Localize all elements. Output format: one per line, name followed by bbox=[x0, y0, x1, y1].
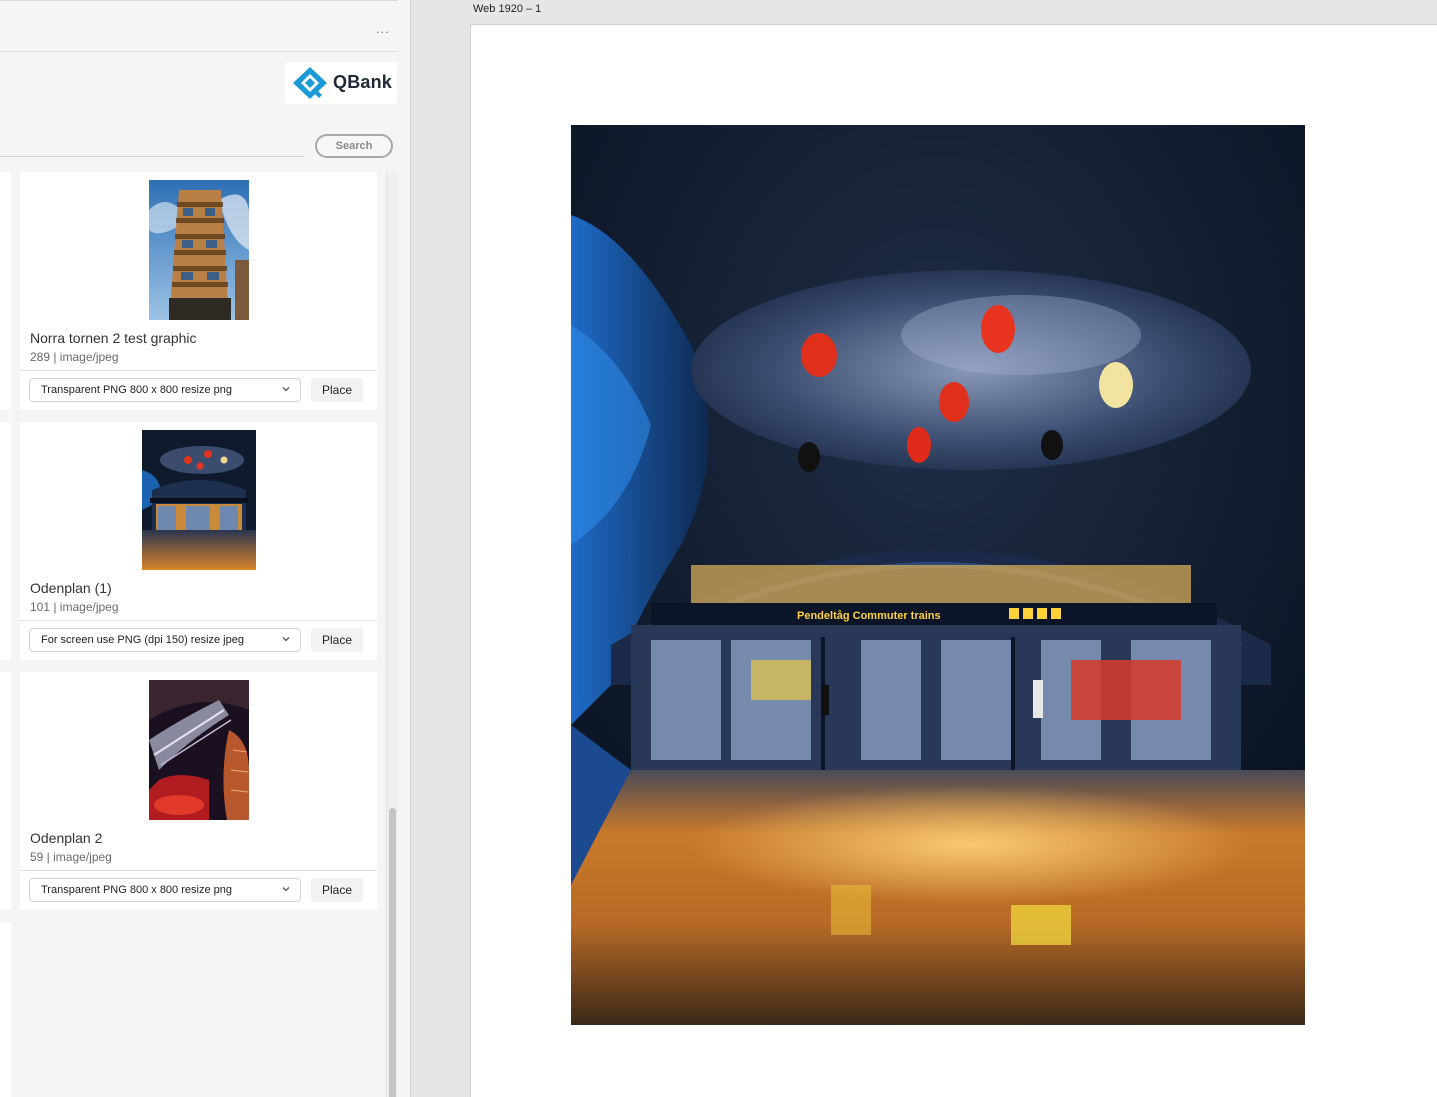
logo-wordmark: QBank bbox=[333, 72, 393, 92]
asset-title: Odenplan (1) bbox=[30, 580, 112, 596]
placed-image[interactable]: Pendeltåg Commuter trains bbox=[571, 125, 1305, 1025]
asset-meta: 59 | image/jpeg bbox=[30, 850, 112, 864]
escalator-thumbnail-image bbox=[149, 680, 249, 820]
artboard[interactable]: Pendeltåg Commuter trains bbox=[470, 24, 1437, 1097]
format-select[interactable]: Transparent PNG 800 x 800 resize png bbox=[29, 878, 301, 902]
qbank-logo: QBank bbox=[285, 62, 397, 104]
panel-scrollbar[interactable] bbox=[386, 172, 398, 1097]
format-select[interactable]: For screen use PNG (dpi 150) resize jpeg bbox=[29, 628, 301, 652]
place-button[interactable]: Place bbox=[311, 378, 363, 402]
divider bbox=[20, 370, 377, 371]
asset-card: Norra tornen 2 test graphic 289 | image/… bbox=[20, 172, 377, 410]
left-column-edge bbox=[0, 172, 11, 410]
panel-header: ... bbox=[0, 0, 398, 52]
left-column-edge bbox=[0, 672, 11, 910]
building-thumbnail-image bbox=[149, 180, 249, 320]
chevron-down-icon bbox=[282, 637, 290, 642]
asset-thumbnail[interactable] bbox=[142, 430, 256, 570]
chevron-down-icon bbox=[282, 887, 290, 892]
divider bbox=[20, 870, 377, 871]
asset-meta: 289 | image/jpeg bbox=[30, 350, 119, 364]
asset-title: Norra tornen 2 test graphic bbox=[30, 330, 197, 346]
more-options-button[interactable]: ... bbox=[376, 21, 400, 37]
place-button[interactable]: Place bbox=[311, 878, 363, 902]
odenplan-station-photo: Pendeltåg Commuter trains bbox=[571, 125, 1305, 1025]
place-button[interactable]: Place bbox=[311, 628, 363, 652]
left-column-edge bbox=[0, 922, 11, 1097]
format-select[interactable]: Transparent PNG 800 x 800 resize png bbox=[29, 378, 301, 402]
asset-thumbnail[interactable] bbox=[149, 180, 249, 320]
qbank-logo-icon bbox=[293, 67, 327, 99]
asset-card: Odenplan 2 59 | image/jpeg Transparent P… bbox=[20, 672, 377, 910]
station-thumbnail-image bbox=[142, 430, 256, 570]
qbank-plugin-panel: ... QBank Search Norra tornen 2 test gra… bbox=[0, 0, 411, 1097]
format-select-value: Transparent PNG 800 x 800 resize png bbox=[41, 384, 232, 396]
search-input[interactable] bbox=[0, 156, 304, 157]
chevron-down-icon bbox=[282, 387, 290, 392]
scrollbar-thumb[interactable] bbox=[389, 808, 396, 1097]
asset-title: Odenplan 2 bbox=[30, 830, 103, 846]
format-select-value: For screen use PNG (dpi 150) resize jpeg bbox=[41, 634, 244, 646]
station-sign-text: Pendeltåg Commuter trains bbox=[797, 610, 941, 622]
asset-list: Norra tornen 2 test graphic 289 | image/… bbox=[0, 172, 386, 1097]
format-select-value: Transparent PNG 800 x 800 resize png bbox=[41, 884, 232, 896]
asset-thumbnail[interactable] bbox=[149, 680, 249, 820]
search-button[interactable]: Search bbox=[315, 134, 393, 158]
asset-meta: 101 | image/jpeg bbox=[30, 600, 119, 614]
artboard-label[interactable]: Web 1920 – 1 bbox=[473, 3, 541, 15]
divider bbox=[20, 620, 377, 621]
left-column-edge bbox=[0, 422, 11, 660]
asset-card: Odenplan (1) 101 | image/jpeg For screen… bbox=[20, 422, 377, 660]
